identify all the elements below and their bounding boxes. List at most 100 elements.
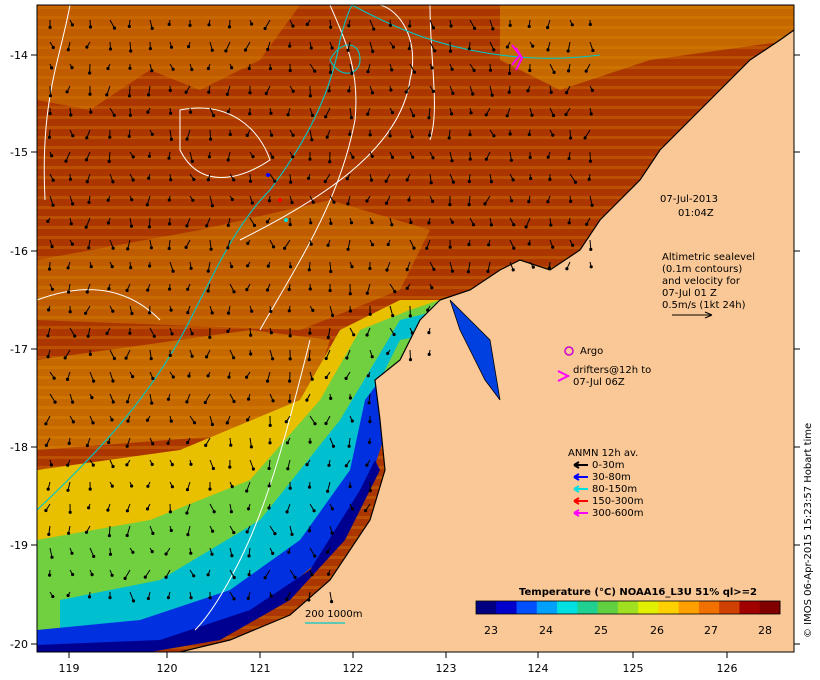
velocity-arrow-head <box>86 334 90 338</box>
velocity-arrow-head <box>583 136 587 140</box>
velocity-arrow-head <box>264 91 268 96</box>
velocity-arrow-head <box>127 94 132 98</box>
velocity-arrow-head <box>266 47 270 52</box>
velocity-arrow-head <box>84 530 89 534</box>
velocity-arrow-head <box>546 48 550 52</box>
velocity-arrow-head <box>566 49 570 53</box>
velocity-arrow-head <box>185 400 189 404</box>
velocity-arrow-head <box>150 462 154 466</box>
velocity-arrow-head <box>584 69 588 73</box>
velocity-arrow-head <box>310 377 314 381</box>
velocity-arrow-head <box>468 157 472 161</box>
velocity-arrow-head <box>105 93 109 97</box>
velocity-arrow-head <box>51 203 55 207</box>
velocity-arrow-head <box>167 198 171 202</box>
velocity-arrow-head <box>546 155 550 159</box>
velocity-arrow-head <box>209 137 213 141</box>
velocity-arrow-head <box>369 178 374 182</box>
velocity-arrow-head <box>106 198 110 202</box>
velocity-arrow-head <box>205 355 209 359</box>
velocity-arrow-head <box>286 467 290 471</box>
velocity-arrow-head <box>50 245 54 249</box>
velocity-arrow-head <box>471 92 475 96</box>
velocity-arrow-head <box>370 243 375 247</box>
velocity-arrow-head <box>206 66 210 71</box>
velocity-arrow-head <box>227 25 232 29</box>
velocity-arrow-head <box>285 441 290 445</box>
velocity-arrow-head <box>251 467 255 471</box>
velocity-arrow-head <box>430 66 434 70</box>
velocity-arrow-head <box>492 134 496 138</box>
velocity-arrow-head <box>248 112 252 116</box>
velocity-arrow-head <box>486 269 490 273</box>
velocity-arrow-head <box>209 247 213 251</box>
velocity-arrow-head <box>87 200 91 204</box>
velocity-arrow-head <box>70 242 75 246</box>
velocity-arrow-head <box>527 200 531 204</box>
velocity-arrow-head <box>131 178 135 182</box>
velocity-arrow-head <box>226 246 230 250</box>
velocity-arrow-head <box>65 377 70 381</box>
velocity-arrow-head <box>70 551 74 555</box>
velocity-arrow-head <box>548 177 552 181</box>
velocity-arrow-head <box>225 421 229 425</box>
velocity-arrow-head <box>73 334 77 338</box>
colorbar-swatch <box>597 601 619 614</box>
velocity-arrow-head <box>368 312 372 316</box>
velocity-arrow-head <box>507 90 511 94</box>
velocity-arrow-head <box>269 594 273 598</box>
mooring-mark-1 <box>266 173 270 177</box>
velocity-arrow-head <box>348 292 352 296</box>
velocity-arrow-head <box>288 334 292 338</box>
velocity-arrow-head <box>347 24 351 28</box>
velocity-arrow-head <box>526 89 530 93</box>
velocity-arrow-head <box>365 291 369 295</box>
velocity-arrow-head <box>246 507 251 511</box>
velocity-arrow-head <box>130 484 134 488</box>
velocity-arrow-head <box>589 112 593 116</box>
velocity-arrow-head <box>370 91 375 95</box>
velocity-arrow-head <box>570 23 574 27</box>
velocity-arrow-head <box>186 287 190 291</box>
velocity-arrow-head <box>246 418 250 422</box>
colorbar-swatch <box>476 601 497 614</box>
velocity-arrow-head <box>326 243 330 247</box>
velocity-arrow-head <box>270 133 274 137</box>
colorbar-swatch <box>698 601 720 614</box>
velocity-arrow-head <box>150 69 154 73</box>
velocity-arrow-head <box>489 180 493 184</box>
velocity-arrow-head <box>143 575 147 579</box>
mooring-mark-2 <box>278 198 282 202</box>
velocity-arrow-head <box>313 554 317 558</box>
velocity-arrow-head <box>249 333 253 337</box>
velocity-arrow-head <box>108 552 113 556</box>
velocity-arrow-head <box>487 243 491 247</box>
velocity-arrow-head <box>587 177 591 181</box>
velocity-arrow-head <box>313 422 317 426</box>
velocity-arrow-head <box>346 202 350 206</box>
velocity-arrow-head <box>48 111 52 116</box>
velocity-arrow-head <box>68 510 72 514</box>
velocity-arrow-head <box>129 49 133 53</box>
velocity-arrow-head <box>269 111 273 115</box>
velocity-arrow-head <box>51 45 55 50</box>
colorbar-swatch <box>739 601 761 614</box>
velocity-arrow-head <box>307 598 311 602</box>
velocity-arrow-head <box>169 137 173 141</box>
velocity-arrow-head <box>111 246 115 250</box>
velocity-arrow-head <box>393 290 397 294</box>
velocity-arrow-head <box>266 264 270 268</box>
velocity-arrow-head <box>85 45 89 49</box>
velocity-arrow-head <box>189 110 193 114</box>
timestamp-date: 07-Jul-2013 <box>660 194 718 205</box>
velocity-arrow-head <box>125 463 129 467</box>
velocity-arrow-head <box>390 223 394 227</box>
velocity-arrow-head <box>313 69 317 73</box>
velocity-arrow-head <box>171 269 175 273</box>
velocity-arrow-head <box>450 67 454 72</box>
velocity-arrow-head <box>89 265 93 269</box>
velocity-arrow-head <box>385 268 389 272</box>
velocity-arrow-head <box>271 551 275 556</box>
velocity-arrow-head <box>168 510 172 514</box>
velocity-arrow-head <box>247 554 251 558</box>
